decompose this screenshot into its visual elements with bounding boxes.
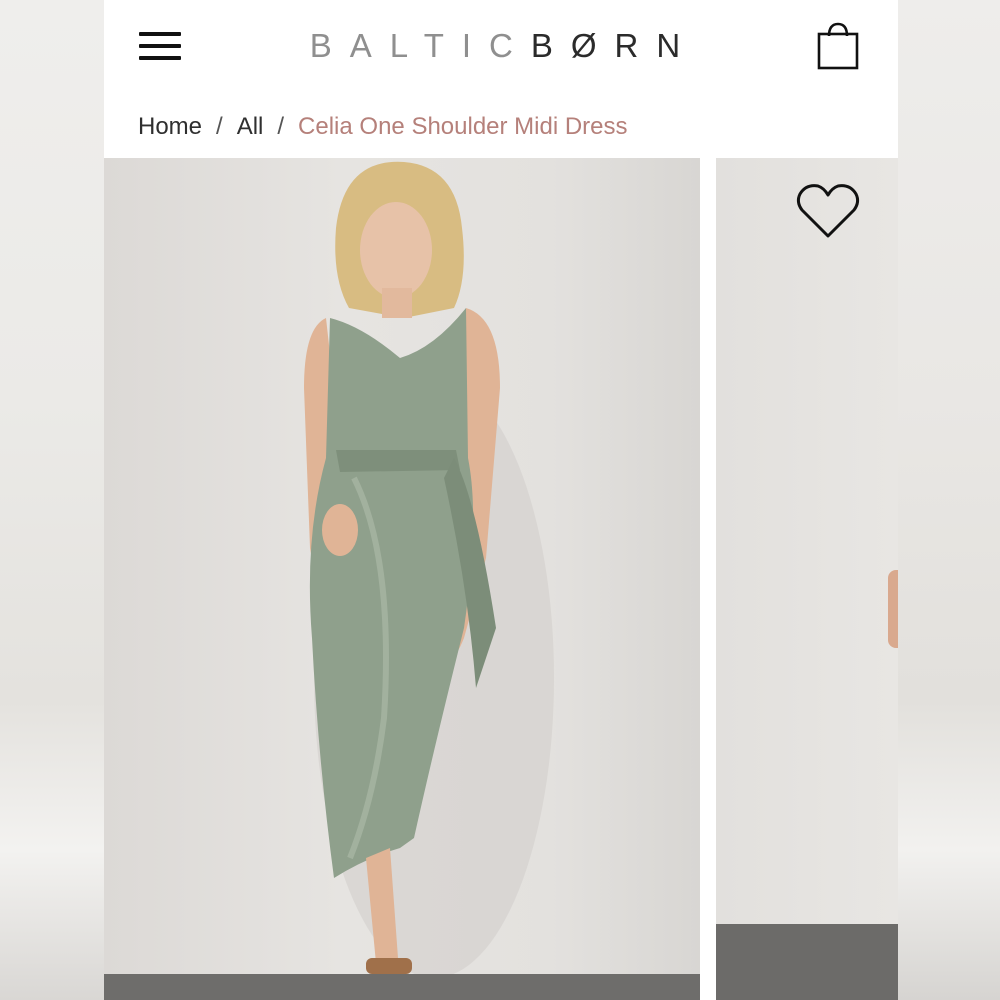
- background-left: [0, 0, 104, 1000]
- breadcrumb-home[interactable]: Home: [138, 113, 202, 141]
- model-arm: [888, 570, 898, 648]
- breadcrumb: Home / All / Celia One Shoulder Midi Dre…: [138, 108, 628, 146]
- product-image-next[interactable]: [716, 158, 898, 1000]
- floor: [716, 924, 898, 1000]
- logo-text-light: BALTIC: [309, 27, 531, 64]
- product-image-main[interactable]: [104, 158, 700, 1000]
- background-right: [898, 0, 1000, 1000]
- menu-button[interactable]: [138, 30, 182, 62]
- breadcrumb-current: Celia One Shoulder Midi Dress: [298, 113, 628, 140]
- model-photo: [304, 161, 554, 978]
- breadcrumb-separator: /: [216, 113, 223, 140]
- page: BALTIC BØRN Home / All / Celia One Should…: [104, 0, 898, 1000]
- floor: [104, 974, 700, 1000]
- breadcrumb-separator: /: [277, 113, 285, 140]
- cart-button[interactable]: [814, 22, 862, 72]
- shopping-bag-icon: [817, 22, 859, 70]
- site-header: BALTIC BØRN: [104, 0, 898, 95]
- breadcrumb-all[interactable]: All: [237, 113, 264, 141]
- logo-text-dark: BØRN: [530, 27, 699, 64]
- wishlist-button[interactable]: [794, 182, 862, 242]
- hamburger-menu-icon: [139, 32, 181, 36]
- heart-icon: [796, 184, 860, 238]
- brand-logo[interactable]: BALTIC BØRN: [284, 22, 724, 70]
